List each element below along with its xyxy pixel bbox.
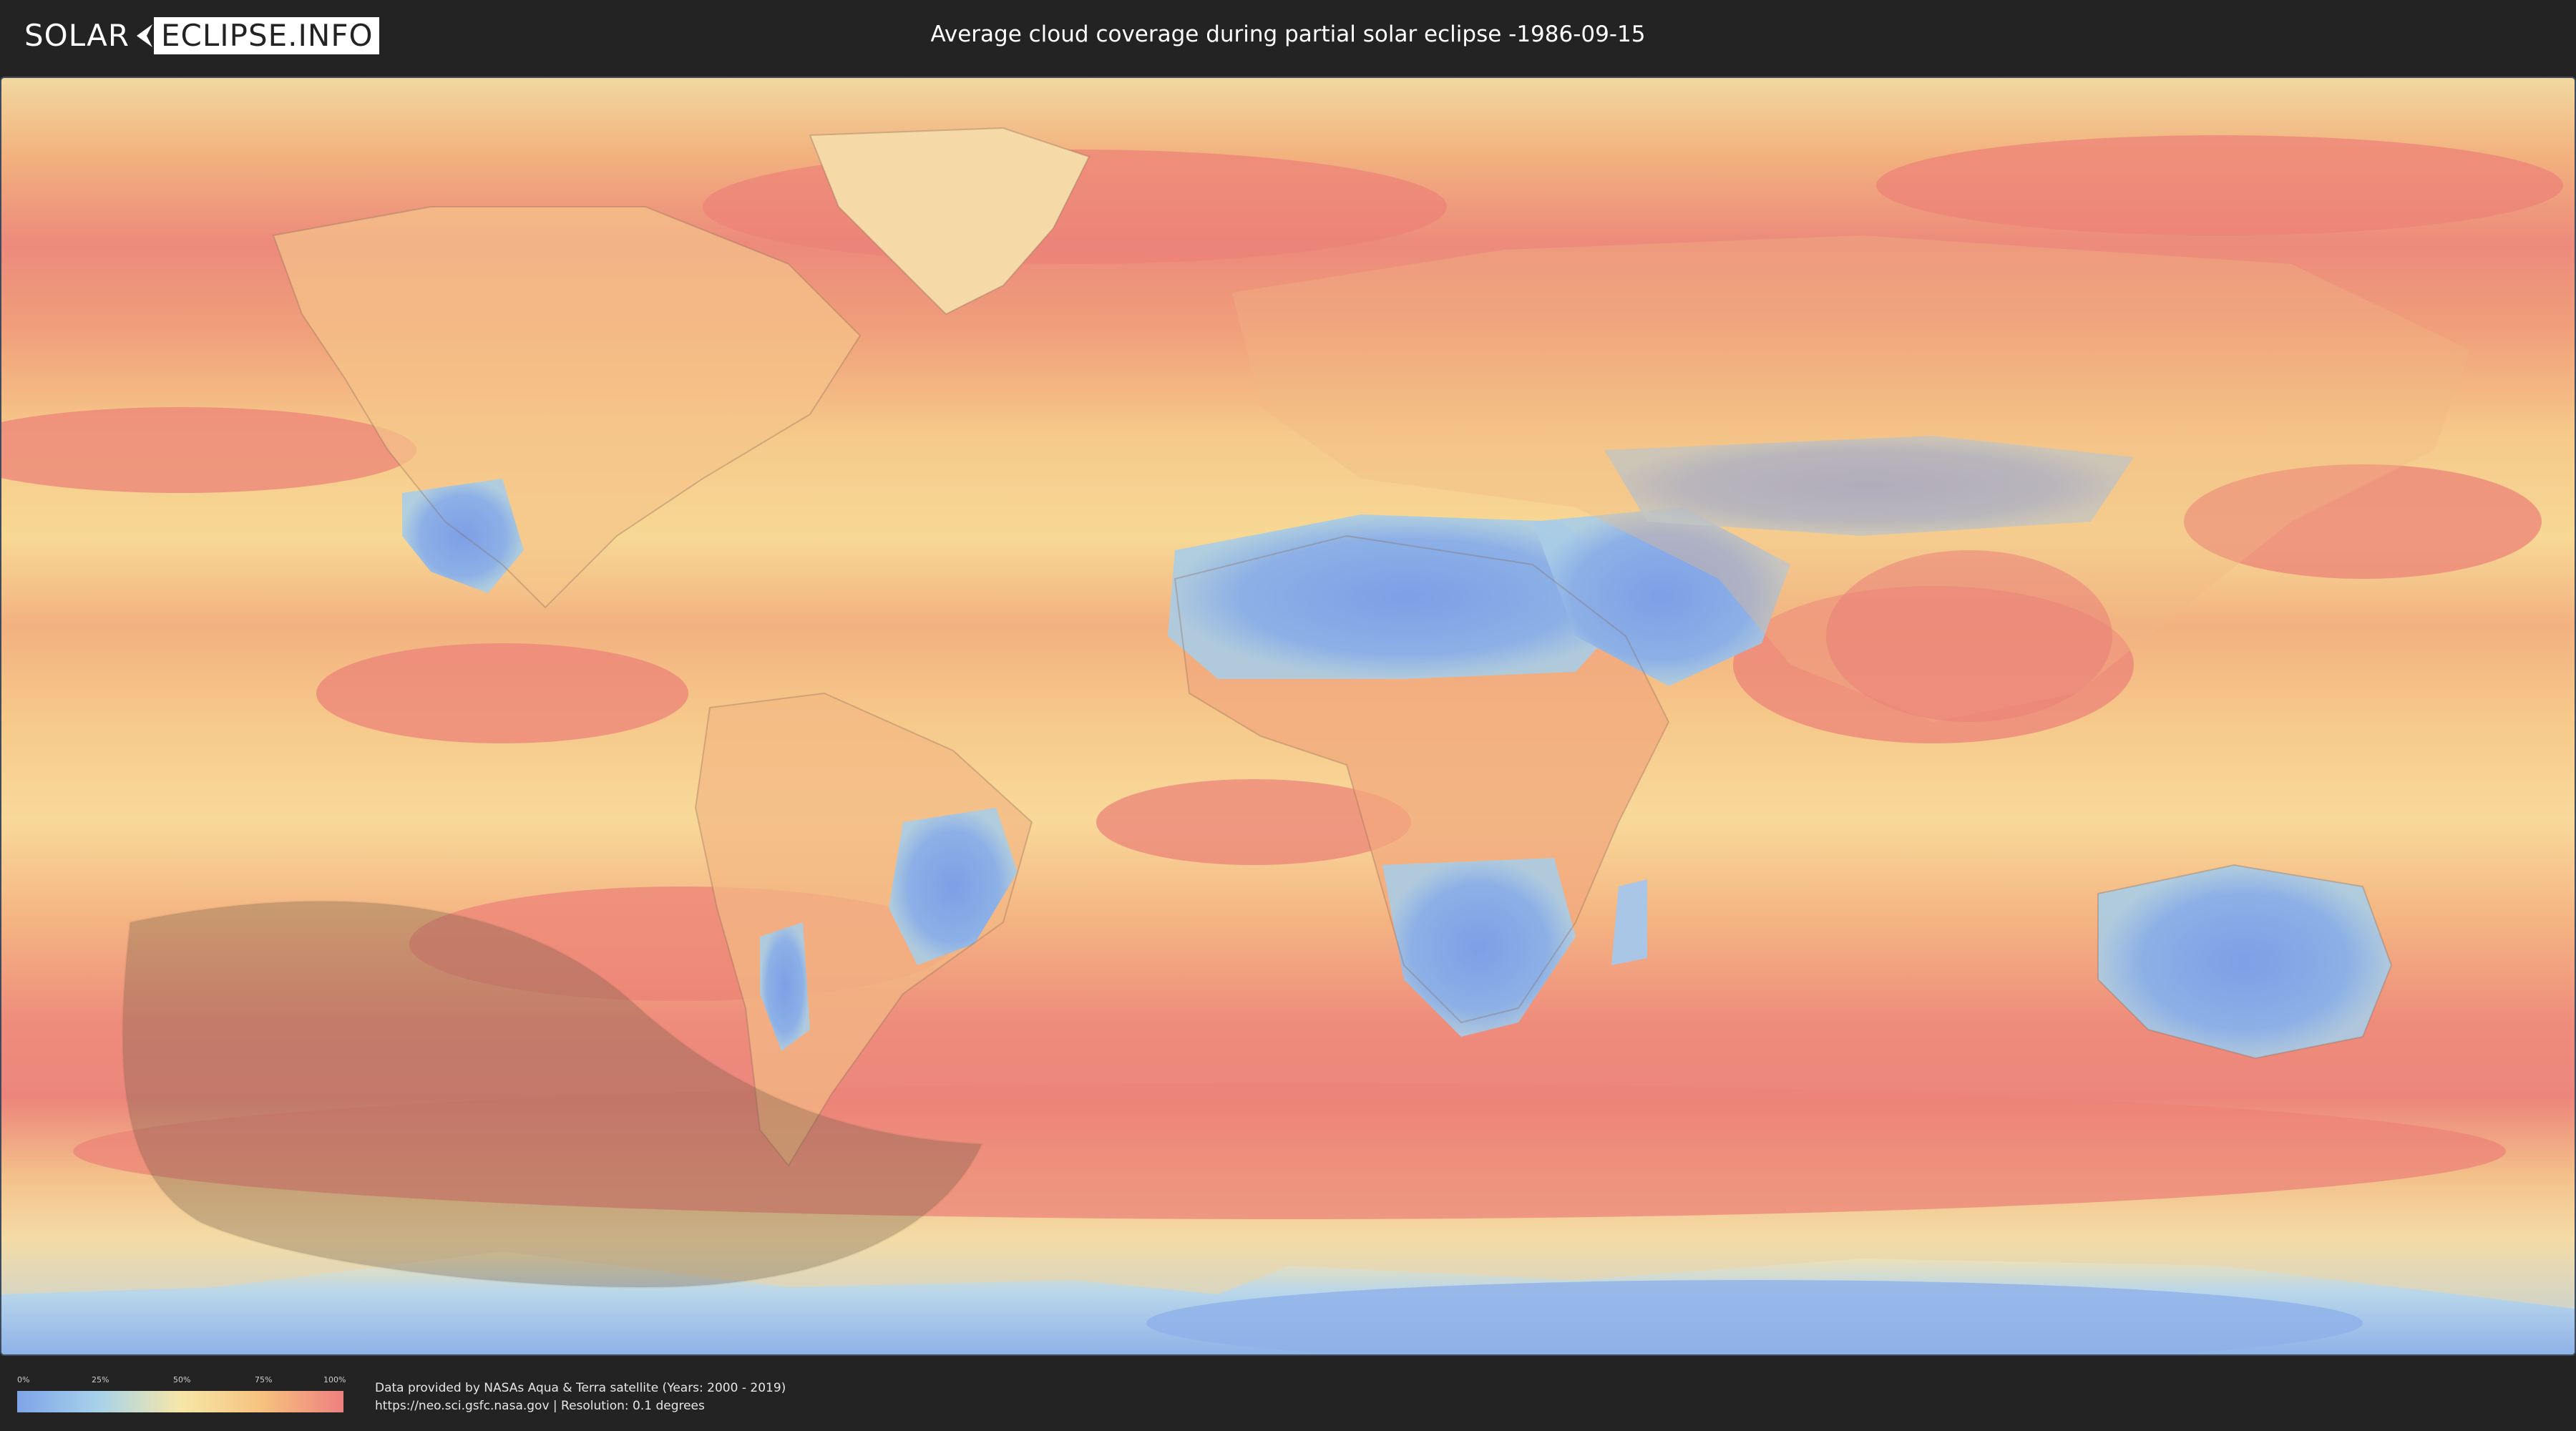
page-title: Average cloud coverage during partial so… xyxy=(930,21,1646,47)
legend-tick-75: 75% xyxy=(255,1375,273,1384)
data-credit: Data provided by NASAs Aqua & Terra sate… xyxy=(375,1379,786,1415)
cloud-coverage-map[interactable] xyxy=(0,77,2576,1356)
legend-tick-100: 100% xyxy=(323,1375,346,1384)
legend-tick-50: 50% xyxy=(173,1375,191,1384)
legend-tick-25: 25% xyxy=(92,1375,109,1384)
credit-line-source: Data provided by NASAs Aqua & Terra sate… xyxy=(375,1381,786,1395)
credit-line-url[interactable]: https://neo.sci.gsfc.nasa.gov | Resoluti… xyxy=(375,1397,786,1415)
color-legend: 0% 25% 50% 75% 100% xyxy=(17,1375,346,1417)
header-bar: SOLAR ECLIPSE.INFO Average cloud coverag… xyxy=(0,0,2576,73)
legend-color-bar xyxy=(17,1391,343,1412)
footer-bar: 0% 25% 50% 75% 100% Data provided by NAS… xyxy=(0,1359,2576,1431)
legend-tick-0: 0% xyxy=(17,1375,30,1384)
page: SOLAR ECLIPSE.INFO Average cloud coverag… xyxy=(0,0,2576,1431)
south-asia-cloudy xyxy=(1826,550,2112,722)
